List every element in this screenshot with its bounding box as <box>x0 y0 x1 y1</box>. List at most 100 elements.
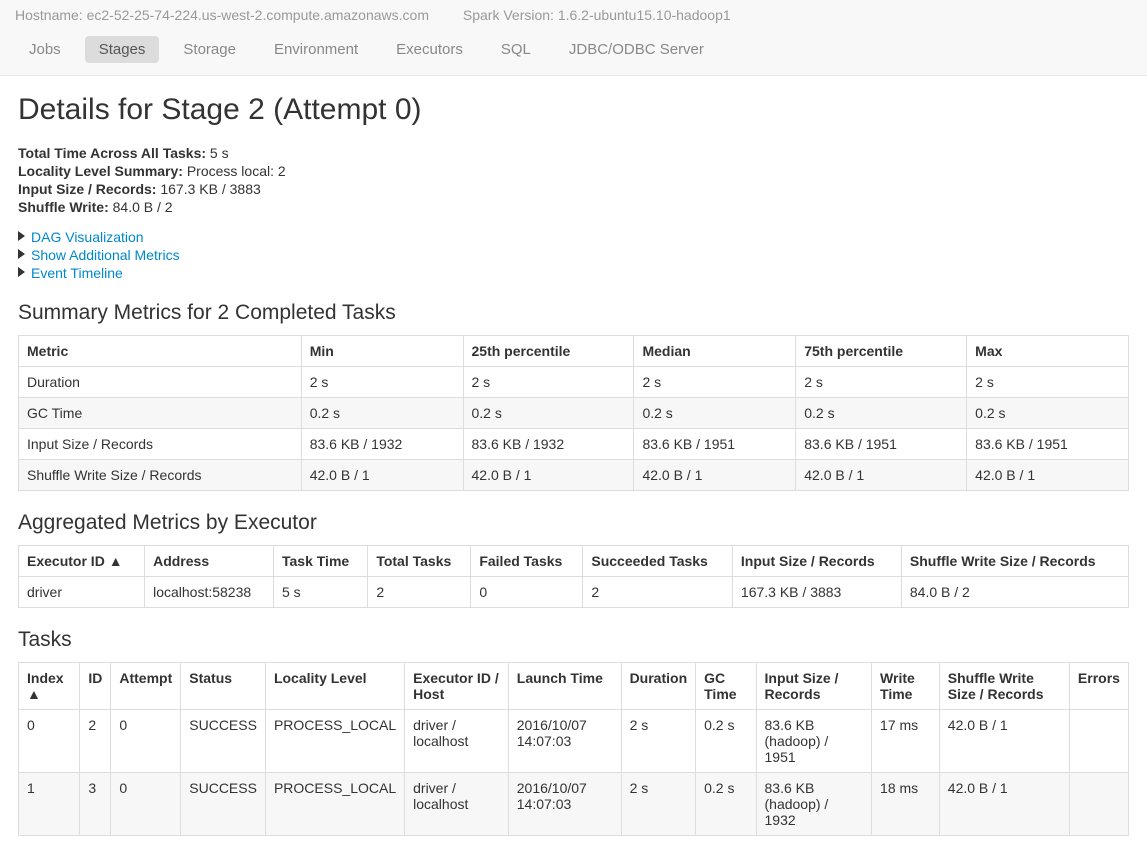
table-cell: driver / localhost <box>405 710 509 773</box>
expanders: DAG Visualization Show Additional Metrics… <box>18 229 1129 281</box>
table-cell: 84.0 B / 2 <box>901 577 1128 608</box>
nav-tab-stages[interactable]: Stages <box>85 36 160 63</box>
column-header[interactable]: Executor ID / Host <box>405 663 509 710</box>
tasks-table: Index ▲IDAttemptStatusLocality LevelExec… <box>18 662 1129 836</box>
table-cell: 83.6 KB (hadoop) / 1951 <box>756 710 872 773</box>
column-header: Metric <box>19 336 302 367</box>
column-header: 25th percentile <box>463 336 634 367</box>
column-header[interactable]: Status <box>181 663 266 710</box>
column-header: Median <box>634 336 796 367</box>
table-cell: driver / localhost <box>405 773 509 836</box>
expander-dag-visualization[interactable]: DAG Visualization <box>18 229 1129 245</box>
table-row: Shuffle Write Size / Records42.0 B / 142… <box>19 460 1129 491</box>
column-header[interactable]: Task Time <box>274 546 368 577</box>
column-header: Min <box>301 336 463 367</box>
meta-value: 84.0 B / 2 <box>109 199 173 215</box>
table-cell: 42.0 B / 1 <box>939 710 1069 773</box>
column-header[interactable]: Errors <box>1069 663 1128 710</box>
column-header[interactable]: Total Tasks <box>368 546 471 577</box>
nav-tab-label: JDBC/ODBC Server <box>569 41 704 58</box>
table-cell: PROCESS_LOCAL <box>265 773 404 836</box>
table-cell: SUCCESS <box>181 710 266 773</box>
column-header[interactable]: Write Time <box>872 663 940 710</box>
expander-label: Event Timeline <box>31 265 123 281</box>
nav-tab-label: Environment <box>274 41 358 58</box>
column-header[interactable]: Input Size / Records <box>732 546 901 577</box>
table-cell: 0.2 s <box>696 710 756 773</box>
meta-label: Shuffle Write: <box>18 199 109 215</box>
table-cell: GC Time <box>19 398 302 429</box>
table-cell: 0 <box>111 710 181 773</box>
table-row: Input Size / Records83.6 KB / 193283.6 K… <box>19 429 1129 460</box>
table-cell: 2 s <box>463 367 634 398</box>
table-cell: 0.2 s <box>301 398 463 429</box>
column-header[interactable]: Failed Tasks <box>471 546 583 577</box>
table-cell <box>1069 710 1128 773</box>
nav-tab-label: Jobs <box>29 41 61 58</box>
table-cell: 3 <box>80 773 111 836</box>
table-cell: 0 <box>471 577 583 608</box>
table-cell: 42.0 B / 1 <box>939 773 1069 836</box>
table-cell: 2 s <box>796 367 967 398</box>
column-header: 75th percentile <box>796 336 967 367</box>
table-cell: 2 s <box>301 367 463 398</box>
nav-tab-storage[interactable]: Storage <box>169 36 250 63</box>
table-cell: 1 <box>19 773 80 836</box>
aggregated-metrics-table: Executor ID ▲AddressTask TimeTotal Tasks… <box>18 545 1129 608</box>
triangle-right-icon <box>18 231 25 241</box>
column-header[interactable]: Input Size / Records <box>756 663 872 710</box>
table-cell: driver <box>19 577 145 608</box>
column-header[interactable]: ID <box>80 663 111 710</box>
table-cell: 167.3 KB / 3883 <box>732 577 901 608</box>
table-cell: 83.6 KB / 1951 <box>967 429 1129 460</box>
nav-tab-environment[interactable]: Environment <box>260 36 372 63</box>
meta-label: Locality Level Summary: <box>18 163 183 179</box>
table-row: driverlocalhost:582385 s202167.3 KB / 38… <box>19 577 1129 608</box>
column-header[interactable]: Duration <box>621 663 696 710</box>
table-cell: PROCESS_LOCAL <box>265 710 404 773</box>
nav-tabs: Jobs Stages Storage Environment Executors SQL… <box>0 31 1147 76</box>
triangle-right-icon <box>18 267 25 277</box>
table-cell: 0.2 s <box>463 398 634 429</box>
table-row: GC Time0.2 s0.2 s0.2 s0.2 s0.2 s <box>19 398 1129 429</box>
column-header: Max <box>967 336 1129 367</box>
table-cell: 2 s <box>967 367 1129 398</box>
expander-label: DAG Visualization <box>31 229 144 245</box>
column-header[interactable]: GC Time <box>696 663 756 710</box>
hostname-label: Hostname: <box>15 7 83 23</box>
table-cell: 2 <box>583 577 733 608</box>
nav-tab-sql[interactable]: SQL <box>487 36 545 63</box>
column-header[interactable]: Launch Time <box>508 663 621 710</box>
hostname-value: ec2-52-25-74-224.us-west-2.compute.amazo… <box>87 7 429 23</box>
table-cell: 42.0 B / 1 <box>796 460 967 491</box>
summary-metrics-table: MetricMin25th percentileMedian75th perce… <box>18 335 1129 491</box>
meta-list: Total Time Across All Tasks: 5 sLocality… <box>18 145 1129 215</box>
column-header[interactable]: Attempt <box>111 663 181 710</box>
table-cell: 2 s <box>621 710 696 773</box>
triangle-right-icon <box>18 249 25 259</box>
nav-tab-jobs[interactable]: Jobs <box>15 36 75 63</box>
meta-row: Input Size / Records: 167.3 KB / 3883 <box>18 181 1129 197</box>
meta-label: Input Size / Records: <box>18 181 156 197</box>
expander-show-additional-metrics[interactable]: Show Additional Metrics <box>18 247 1129 263</box>
nav-tab-executors[interactable]: Executors <box>382 36 477 63</box>
meta-value: 167.3 KB / 3883 <box>156 181 260 197</box>
tasks-title: Tasks <box>18 628 1129 652</box>
spark-version-label: Spark Version: <box>463 7 554 23</box>
column-header[interactable]: Executor ID ▲ <box>19 546 145 577</box>
column-header[interactable]: Address <box>145 546 274 577</box>
table-cell: 18 ms <box>872 773 940 836</box>
table-cell: 42.0 B / 1 <box>634 460 796 491</box>
expander-event-timeline[interactable]: Event Timeline <box>18 265 1129 281</box>
column-header[interactable]: Shuffle Write Size / Records <box>939 663 1069 710</box>
nav-tab-label: Storage <box>183 41 236 58</box>
nav-tab-jdbc-odbc-server[interactable]: JDBC/ODBC Server <box>555 36 718 63</box>
column-header[interactable]: Shuffle Write Size / Records <box>901 546 1128 577</box>
table-cell: 0 <box>111 773 181 836</box>
column-header[interactable]: Locality Level <box>265 663 404 710</box>
table-row: Duration2 s2 s2 s2 s2 s <box>19 367 1129 398</box>
meta-value: Process local: 2 <box>183 163 286 179</box>
column-header[interactable]: Index ▲ <box>19 663 80 710</box>
column-header[interactable]: Succeeded Tasks <box>583 546 733 577</box>
table-cell: Duration <box>19 367 302 398</box>
